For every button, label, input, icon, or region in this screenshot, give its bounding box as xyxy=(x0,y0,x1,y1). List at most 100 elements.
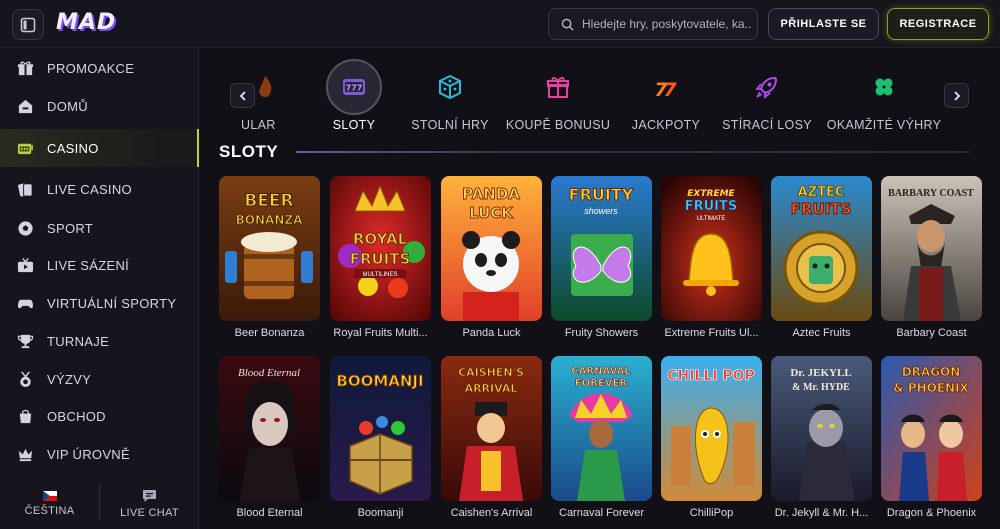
svg-text:CARNAVAL: CARNAVAL xyxy=(571,366,631,377)
game-card-royal-fruits[interactable]: ROYAL FRUITS MULTILINES Royal Fruits Multi… xyxy=(330,176,431,346)
game-thumbnail: BOOMANJI xyxy=(330,356,431,501)
game-thumbnail: Blood Eternal xyxy=(219,356,320,501)
rocket-icon xyxy=(742,62,792,112)
svg-text:& Mr. HYDE: & Mr. HYDE xyxy=(792,382,850,393)
sidebar-item-home[interactable]: DOMŮ xyxy=(0,87,199,125)
game-thumbnail: BARBARY COAST xyxy=(881,176,982,321)
game-card-aztec-fruits[interactable]: AZTEC FRUITS Aztec Fruits xyxy=(771,176,872,346)
category-bonus-buy[interactable]: KOUPĚ BONUSU xyxy=(506,62,610,132)
game-title: Panda Luck xyxy=(462,327,521,339)
search-input[interactable] xyxy=(582,17,752,31)
game-card-dragon-phoenix[interactable]: DRAGON & PHOENIX Dragon & Phoenix xyxy=(881,356,982,526)
language-selector[interactable]: ČEŠTINA xyxy=(0,478,99,529)
game-title: Dragon & Phoenix xyxy=(886,507,977,519)
sidebar-item-casino[interactable]: CASINO xyxy=(0,129,199,167)
flame-icon xyxy=(242,62,290,112)
svg-text:BEER: BEER xyxy=(244,191,293,211)
logo[interactable]: MAD xyxy=(56,10,116,35)
main-content: PULAR 777 SLOTY STOLNÍ HRY KOUPĚ BONUSU … xyxy=(200,48,1000,529)
gift-icon xyxy=(17,60,34,77)
category-label: OKAMŽITÉ VÝHRY xyxy=(826,118,942,132)
category-next-button[interactable] xyxy=(944,83,969,108)
category-instant-wins[interactable]: OKAMŽITÉ VÝHRY xyxy=(826,62,942,132)
svg-text:777: 777 xyxy=(346,84,363,93)
search-box[interactable] xyxy=(548,8,758,40)
sidebar: PROMOAKCE DOMŮ CASINO LIVE CASINO SPORT … xyxy=(0,48,199,529)
svg-text:FOREVER: FOREVER xyxy=(575,378,627,389)
svg-text:BOOMANJI: BOOMANJI xyxy=(336,372,423,390)
sidebar-item-live-betting[interactable]: LIVE SÁZENÍ xyxy=(0,246,199,284)
sidebar-item-live-casino[interactable]: LIVE CASINO xyxy=(0,170,199,208)
sidebar-item-label: VIP ÚROVNĚ xyxy=(47,446,130,462)
sidebar-item-challenges[interactable]: VÝZVY xyxy=(0,360,199,398)
seven-icon: 77 xyxy=(641,62,691,112)
game-card-fruity-showers[interactable]: FRUITY showers Fruity Showers xyxy=(551,176,652,346)
live-chat-label: LIVE CHAT xyxy=(120,506,179,519)
game-card-panda-luck[interactable]: PANDA LUCK Panda Luck xyxy=(441,176,542,346)
game-title: Beer Bonanza xyxy=(234,327,305,339)
sidebar-toggle-icon xyxy=(20,17,36,32)
svg-text:showers: showers xyxy=(584,206,618,216)
svg-text:ULTIMATE: ULTIMATE xyxy=(697,216,726,222)
sidebar-item-label: LIVE CASINO xyxy=(47,181,132,197)
game-card-dr-jekyll-mr-hyde[interactable]: Dr. JEKYLL & Mr. HYDE Dr. Jekyll & Mr. H.… xyxy=(771,356,872,526)
game-card-carnaval-forever[interactable]: CARNAVAL FOREVER Carnaval Forever xyxy=(551,356,652,526)
game-card-barbary-coast[interactable]: BARBARY COAST Barbary Coast xyxy=(881,176,982,346)
dice-icon xyxy=(425,62,475,112)
sidebar-item-label: VIRTUÁLNÍ SPORTY xyxy=(47,295,177,311)
svg-text:BARBARY COAST: BARBARY COAST xyxy=(888,188,974,199)
sidebar-item-vip-levels[interactable]: VIP ÚROVNĚ xyxy=(0,435,199,473)
chat-icon xyxy=(143,489,156,502)
svg-text:CHILLI POP: CHILLI POP xyxy=(667,368,755,384)
category-scratch-cards[interactable]: STÍRACÍ LOSY xyxy=(720,62,814,132)
game-thumbnail: CARNAVAL FOREVER xyxy=(551,356,652,501)
category-label: SLOTY xyxy=(332,118,376,132)
shop-icon xyxy=(17,408,34,425)
category-slots[interactable]: 777 SLOTY xyxy=(322,59,386,132)
svg-text:MULTILINES: MULTILINES xyxy=(363,272,398,278)
sidebar-item-label: TURNAJE xyxy=(47,333,110,349)
category-popular[interactable]: PULAR xyxy=(242,62,302,132)
sidebar-toggle-button[interactable] xyxy=(12,9,44,40)
game-card-boomanji[interactable]: BOOMANJI Boomanji xyxy=(330,356,431,526)
category-label: STÍRACÍ LOSY xyxy=(722,118,812,132)
game-card-chillipop[interactable]: CHILLI POP ChilliPop xyxy=(661,356,762,526)
svg-text:EXTREME: EXTREME xyxy=(687,189,735,199)
game-card-extreme-fruits[interactable]: EXTREME FRUITS ULTIMATE Extreme Fruits Ul.… xyxy=(661,176,762,346)
sidebar-item-label: SPORT xyxy=(47,220,94,236)
live-chat-button[interactable]: LIVE CHAT xyxy=(100,478,199,529)
svg-text:DRAGON: DRAGON xyxy=(902,365,961,379)
game-card-caishens-arrival[interactable]: CAISHEN'S ARRIVAL Caishen's Arrival xyxy=(441,356,542,526)
svg-text:Blood Eternal: Blood Eternal xyxy=(238,367,300,379)
game-card-beer-bonanza[interactable]: BEER BONANZA Beer Bonanza xyxy=(219,176,320,346)
slot-777-icon: 777 xyxy=(326,59,382,115)
svg-text:FRUITS: FRUITS xyxy=(791,200,852,218)
sidebar-item-label: PROMOAKCE xyxy=(47,60,135,76)
game-card-blood-eternal[interactable]: Blood Eternal Blood Eternal xyxy=(219,356,320,526)
category-label: JACKPOTY xyxy=(631,118,701,132)
game-title: Royal Fruits Multi... xyxy=(333,327,428,339)
home-icon xyxy=(17,98,34,115)
gift-box-icon xyxy=(533,62,583,112)
sidebar-item-sport[interactable]: SPORT xyxy=(0,209,199,247)
chevron-right-icon xyxy=(953,90,960,101)
svg-text:FRUITY: FRUITY xyxy=(569,185,634,204)
sidebar-item-virtual-sports[interactable]: VIRTUÁLNÍ SPORTY xyxy=(0,284,199,322)
sidebar-item-shop[interactable]: OBCHOD xyxy=(0,397,199,435)
game-thumbnail: CHILLI POP xyxy=(661,356,762,501)
cards-icon xyxy=(17,181,34,198)
svg-text:7: 7 xyxy=(663,79,677,101)
svg-text:AZTEC: AZTEC xyxy=(798,185,845,200)
category-jackpots[interactable]: 77 JACKPOTY xyxy=(630,62,702,132)
sidebar-item-promotions[interactable]: PROMOAKCE xyxy=(0,49,199,87)
sidebar-item-tournaments[interactable]: TURNAJE xyxy=(0,322,199,360)
category-label: PULAR xyxy=(242,118,276,132)
section-title: SLOTY xyxy=(219,142,279,161)
login-button[interactable]: PŘIHLASTE SE xyxy=(768,8,879,40)
register-button[interactable]: REGISTRACE xyxy=(887,8,989,40)
category-table-games[interactable]: STOLNÍ HRY xyxy=(410,62,490,132)
game-title: Carnaval Forever xyxy=(559,507,644,519)
game-title: ChilliPop xyxy=(689,507,734,519)
clover-icon xyxy=(859,62,909,112)
game-thumbnail: FRUITY showers xyxy=(551,176,652,321)
